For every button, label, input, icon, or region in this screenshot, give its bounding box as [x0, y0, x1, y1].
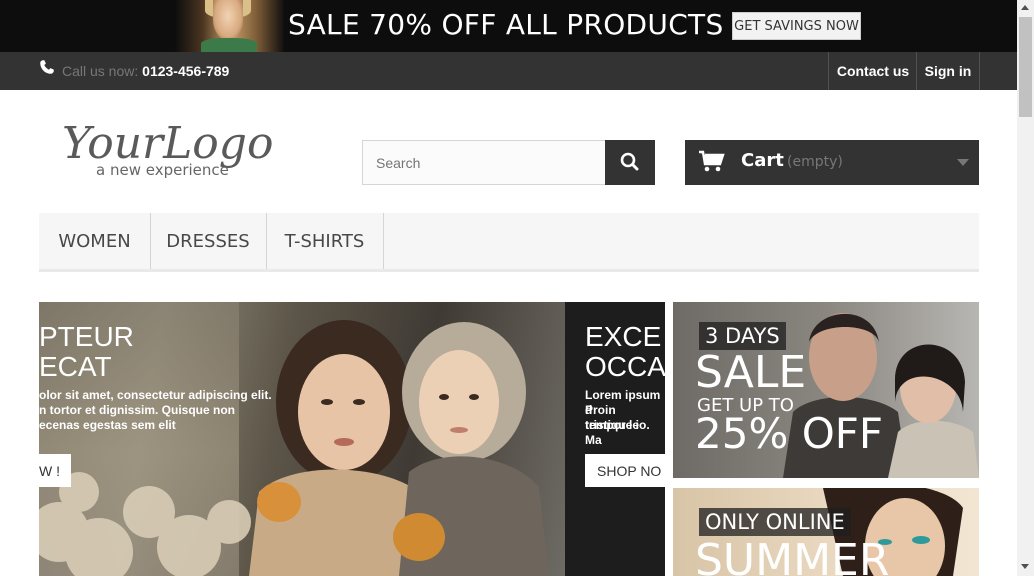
search-icon — [620, 152, 639, 171]
slide2-shop-button[interactable]: SHOP NO — [585, 454, 665, 487]
slide1-text-3: ecenas egestas sem elit — [39, 418, 176, 432]
search-input[interactable] — [362, 140, 606, 185]
get-savings-button[interactable]: GET SAVINGS NOW — [732, 12, 861, 40]
slide1-shop-button[interactable]: W ! — [39, 454, 71, 487]
call-label: Call us now: — [62, 63, 139, 79]
scroll-up-icon[interactable] — [1021, 5, 1029, 10]
cart-status: (empty) — [787, 154, 843, 170]
page: SALE 70% OFF ALL PRODUCTS GET SAVINGS NO… — [0, 0, 1017, 576]
banner1-offer: 25% OFF — [695, 409, 884, 458]
contact-us-link[interactable]: Contact us — [828, 52, 917, 90]
promo-banner[interactable]: SALE 70% OFF ALL PRODUCTS GET SAVINGS NO… — [0, 0, 1017, 52]
page-scrollbar[interactable] — [1017, 0, 1034, 576]
slide1-text-1: olor sit amet, consectetur adipiscing el… — [39, 388, 272, 402]
cart-icon — [699, 150, 725, 172]
slide1-heading-1: PTEUR — [39, 321, 134, 352]
menu-item-women[interactable]: WOMEN — [39, 213, 151, 269]
site-logo[interactable]: YourLogo a new experience — [58, 108, 303, 184]
homeslider-slide-2[interactable]: EXCE OCCA Lorem ipsum d Proin tristique … — [565, 302, 665, 576]
chevron-down-icon[interactable] — [957, 159, 969, 166]
phone-number: 0123-456-789 — [142, 63, 230, 79]
promo-banner-only-online[interactable]: ONLY ONLINE SUMMER — [673, 488, 979, 576]
phone-icon — [40, 60, 54, 74]
banner1-headline: SALE — [695, 347, 807, 398]
cart-label: Cart — [741, 150, 784, 171]
menu-item-tshirts[interactable]: T-SHIRTS — [266, 213, 384, 269]
scroll-thumb[interactable] — [1019, 17, 1032, 117]
cart-block[interactable]: Cart (empty) — [685, 140, 979, 185]
menu-item-dresses[interactable]: DRESSES — [150, 213, 267, 269]
main-menu: WOMEN DRESSES T-SHIRTS — [39, 213, 979, 272]
banner1-tag: 3 DAYS — [699, 322, 786, 350]
slide1-text-2: n tortor et dignissim. Quisque non — [39, 403, 236, 417]
homeslider-slide-1[interactable]: PTEUR ECAT olor sit amet, consectetur ad… — [39, 302, 565, 576]
slide2-text-3: tempor leo. Ma — [585, 418, 650, 447]
promo-banner-3-days[interactable]: 3 DAYS SALE GET UP TO 25% OFF — [673, 302, 979, 478]
promo-title: SALE 70% OFF ALL PRODUCTS — [288, 8, 724, 41]
slide1-heading-2: ECAT — [39, 351, 112, 382]
promo-model-image — [175, 0, 285, 52]
banner2-tag: ONLY ONLINE — [699, 508, 851, 536]
slide2-heading-1: EXCE — [585, 321, 662, 352]
scroll-down-icon[interactable] — [1021, 564, 1029, 569]
search-button[interactable] — [605, 140, 655, 185]
top-nav: Call us now: 0123-456-789 Contact us Sig… — [0, 52, 1017, 90]
call-us-text: Call us now: 0123-456-789 — [62, 63, 229, 79]
logo-tagline: a new experience — [96, 161, 229, 179]
banner2-headline: SUMMER — [695, 535, 890, 576]
slide2-heading-2: OCCA — [585, 351, 665, 382]
sign-in-link[interactable]: Sign in — [916, 52, 980, 90]
